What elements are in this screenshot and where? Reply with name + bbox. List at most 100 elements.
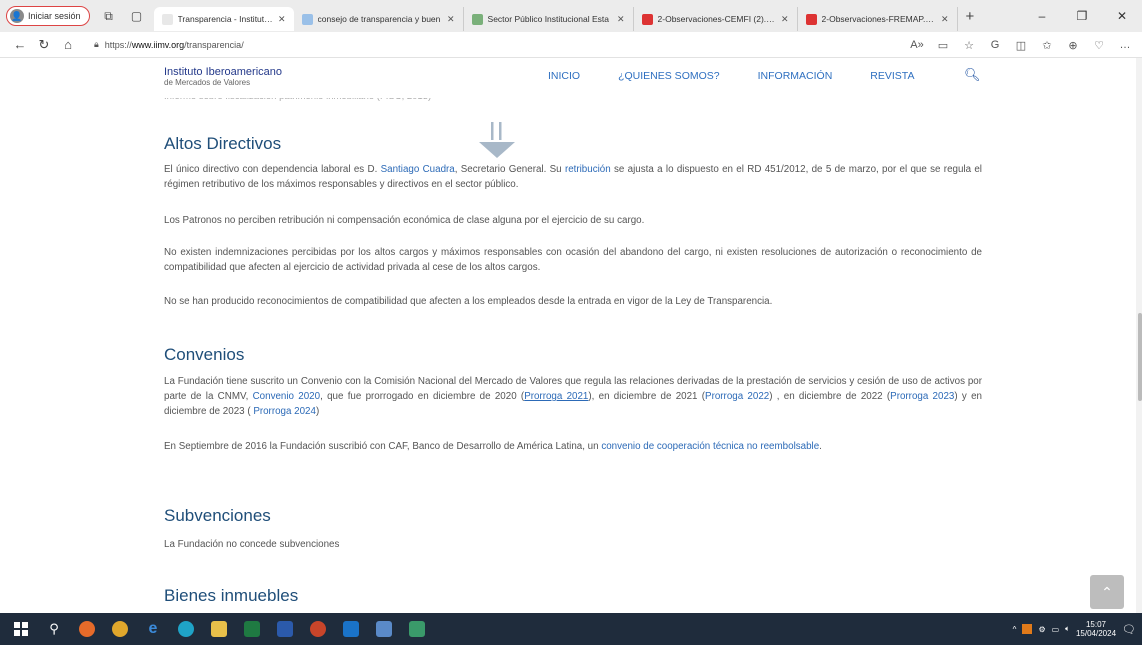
link-retribucion[interactable]: retribución [565, 164, 611, 175]
profile-avatar-icon: 👤 [10, 9, 24, 23]
edge-icon[interactable] [171, 614, 201, 644]
page-viewport: Instituto Iberoamericano de Mercados de … [0, 58, 1142, 613]
back-to-top-button[interactable]: ⌃ [1090, 575, 1124, 609]
browser-essentials-icon[interactable]: ♡ [1086, 39, 1112, 52]
scrollbar-thumb[interactable] [1138, 313, 1142, 401]
subvenciones-paragraph: La Fundación no concede subvenciones [164, 539, 340, 550]
tray-chevron-icon[interactable]: ^ [1013, 625, 1017, 634]
word-icon[interactable] [270, 614, 300, 644]
tab-favicon-icon [161, 13, 173, 25]
tab-favicon-icon [471, 13, 483, 25]
clock-date: 15/04/2024 [1075, 629, 1117, 638]
teams-icon[interactable] [402, 614, 432, 644]
url-prefix: https:// [104, 39, 132, 50]
tab-strip: Transparencia - Instituto Iberoa✕consejo… [153, 1, 958, 31]
search-icon[interactable]: 🔍︎ [964, 67, 981, 83]
tab-close-icon[interactable]: ✕ [617, 14, 625, 25]
link-convenio-2020[interactable]: Convenio 2020 [253, 391, 320, 402]
refresh-icon[interactable]: ↻ [32, 37, 56, 53]
section-title-altos-directivos: Altos Directivos [164, 134, 282, 153]
altos-paragraph-2: Los Patronos no perciben retribución ni … [164, 215, 645, 226]
workspaces-icon[interactable]: ⧉ [100, 7, 118, 25]
powerpoint-icon[interactable] [303, 614, 333, 644]
back-icon[interactable]: ← [8, 37, 32, 52]
file-explorer-icon[interactable] [204, 614, 234, 644]
tab-close-icon[interactable]: ✕ [781, 14, 789, 25]
tab-favicon-icon [641, 13, 653, 25]
windows-taskbar: ⚲ e ^ ⚙ ▭ 🔈︎ 15:07 15/04/2024 🗨︎ [0, 613, 1142, 645]
tab-close-icon[interactable]: ✕ [941, 14, 949, 25]
browser-tab-bar: 👤 Iniciar sesión ⧉ ▢ Transparencia - Ins… [0, 0, 1142, 32]
close-window-icon[interactable]: ✕ [1102, 9, 1142, 23]
browser-tab[interactable]: Sector Público Institucional Esta ✕ [464, 7, 634, 31]
search-taskbar-icon[interactable]: ⚲ [39, 614, 69, 644]
site-header: Instituto Iberoamericano de Mercados de … [0, 58, 1136, 98]
tab-title: 2-Observaciones-FREMAP.pdf [821, 14, 936, 24]
link-prorroga-2024[interactable]: Prorroga 2024 [253, 406, 316, 417]
favorite-star-icon[interactable]: ☆ [956, 39, 982, 52]
link-prorroga-2022[interactable]: Prorroga 2022 [705, 391, 769, 402]
tray-display-icon[interactable]: ▭ [1052, 625, 1060, 634]
main-menu: INICIO ¿QUIENES SOMOS? INFORMACIÓN REVIS… [548, 67, 981, 82]
new-tab-button[interactable]: + [966, 8, 975, 25]
edge-legacy-icon[interactable]: e [138, 614, 168, 644]
split-screen-icon[interactable]: ◫ [1008, 39, 1034, 52]
convenios-paragraph-1: La Fundación tiene suscrito un Convenio … [164, 376, 982, 417]
restore-icon[interactable]: ❐ [1062, 9, 1102, 23]
menu-item-informacion[interactable]: INFORMACIÓN [758, 70, 833, 82]
tray-app-icon[interactable] [1022, 624, 1033, 634]
section-title-bienes-inmuebles: Bienes inmuebles [164, 586, 299, 605]
firefox-icon[interactable] [72, 614, 102, 644]
tray-network-icon[interactable]: ⚙ [1038, 625, 1045, 634]
menu-item-revista[interactable]: REVISTA [870, 70, 914, 82]
outlook-icon[interactable] [336, 614, 366, 644]
link-prorroga-2021[interactable]: Prorroga 2021 [524, 391, 588, 402]
url-field[interactable]: 🔒︎ https://www.iimv.org/transparencia/ [94, 39, 844, 50]
excel-icon[interactable] [237, 614, 267, 644]
volume-icon[interactable]: 🔈︎ [1065, 624, 1070, 634]
tab-close-icon[interactable]: ✕ [278, 14, 286, 25]
menu-item-quienes-somos[interactable]: ¿QUIENES SOMOS? [618, 70, 720, 82]
browser-tab[interactable]: 2-Observaciones-FREMAP.pdf ✕ [798, 7, 958, 31]
start-button[interactable] [6, 614, 36, 644]
browser-tab[interactable]: Transparencia - Instituto Iberoa ✕ [153, 7, 294, 31]
menu-item-inicio[interactable]: INICIO [548, 70, 580, 82]
convenios-paragraph-2: En Septiembre de 2016 la Fundación suscr… [164, 441, 822, 452]
read-aloud-icon[interactable]: A» [904, 39, 930, 51]
window-controls: – ❐ ✕ [1022, 0, 1142, 32]
chrome-icon[interactable] [105, 614, 135, 644]
tab-title: consejo de transparencia y buen [317, 14, 441, 24]
collections-icon[interactable]: ⊕ [1060, 39, 1086, 52]
windows-logo-icon [14, 622, 28, 636]
site-logo[interactable]: Instituto Iberoamericano de Mercados de … [164, 66, 282, 88]
page-scrollbar[interactable] [1136, 58, 1142, 613]
browser-tab[interactable]: consejo de transparencia y buen ✕ [294, 7, 464, 31]
lock-icon: 🔒︎ [94, 39, 99, 49]
altos-paragraph-3: No existen indemnizaciones percibidas po… [164, 247, 982, 273]
home-icon[interactable]: ⌂ [56, 37, 80, 52]
url-domain: www.iimv.org [131, 39, 185, 50]
section-title-convenios: Convenios [164, 345, 245, 364]
link-convenio-caf[interactable]: convenio de cooperación técnica no reemb… [601, 441, 819, 452]
tab-actions-icon[interactable]: ▢ [128, 7, 146, 25]
photos-icon[interactable] [369, 614, 399, 644]
favorites-icon[interactable]: ✩ [1034, 39, 1060, 52]
link-santiago-cuadra[interactable]: Santiago Cuadra [381, 164, 455, 175]
notifications-icon[interactable]: 🗨︎ [1122, 623, 1136, 636]
extension-icon[interactable]: G [982, 39, 1008, 51]
immersive-reader-icon[interactable]: ▭ [930, 39, 956, 52]
tab-close-icon[interactable]: ✕ [447, 14, 455, 25]
more-menu-icon[interactable]: … [1112, 39, 1138, 51]
tab-title: 2-Observaciones-CEMFI (2).pdf [657, 14, 776, 24]
tab-title: Transparencia - Instituto Iberoa [177, 14, 273, 24]
system-tray: ^ ⚙ ▭ 🔈︎ 15:07 15/04/2024 🗨︎ [1013, 613, 1136, 645]
clock[interactable]: 15:07 15/04/2024 [1076, 620, 1116, 638]
logo-line2: de Mercados de Valores [164, 78, 251, 87]
browser-tab[interactable]: 2-Observaciones-CEMFI (2).pdf ✕ [634, 7, 798, 31]
scroll-down-arrow-icon [479, 122, 515, 158]
link-prorroga-2023[interactable]: Prorroga 2023 [890, 391, 954, 402]
signin-label: Iniciar sesión [28, 11, 81, 21]
clock-time: 15:07 [1085, 620, 1107, 629]
minimize-icon[interactable]: – [1022, 9, 1062, 23]
signin-button[interactable]: 👤 Iniciar sesión [6, 6, 90, 26]
